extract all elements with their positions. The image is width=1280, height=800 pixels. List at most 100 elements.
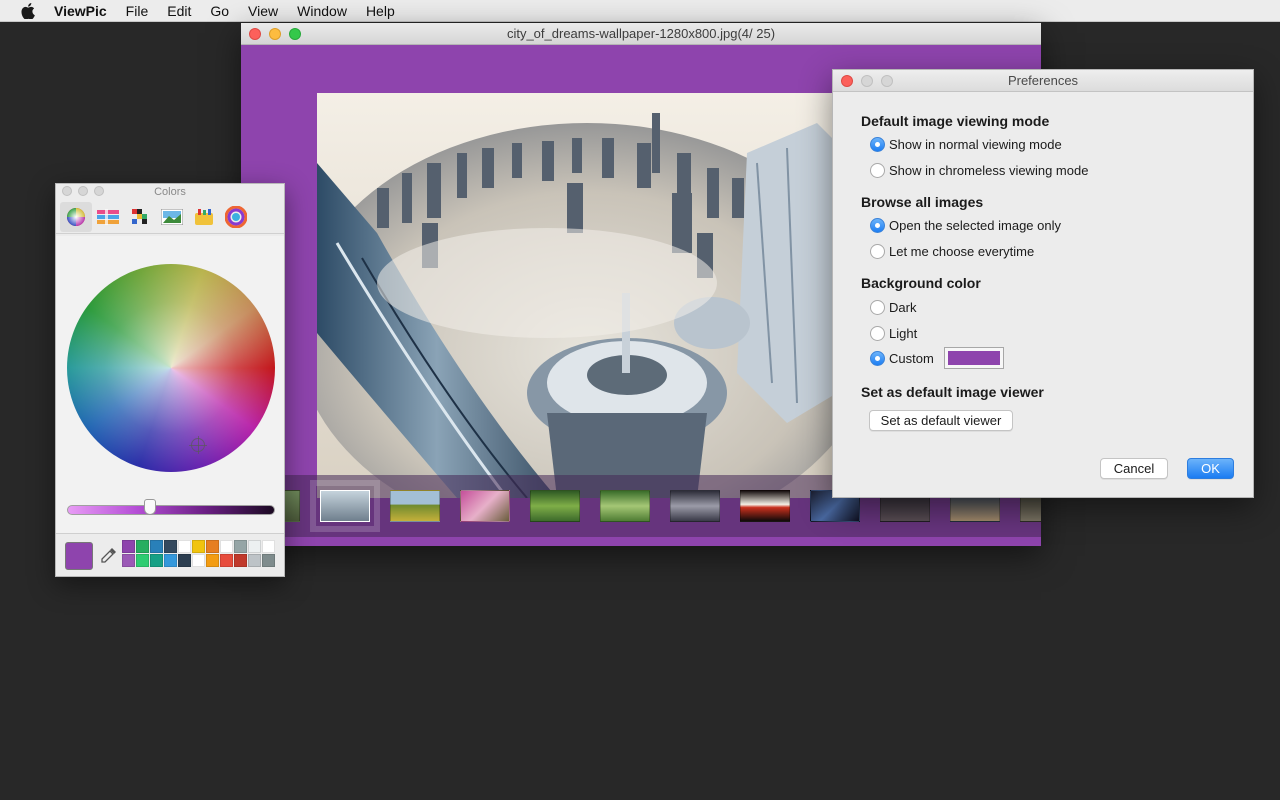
color-swatch[interactable]: [220, 540, 233, 553]
radio-button[interactable]: [870, 350, 885, 366]
brightness-slider-knob[interactable]: [144, 499, 157, 515]
custom-color-well[interactable]: [943, 347, 1004, 369]
radio-background-dark[interactable]: Dark: [870, 300, 916, 315]
radio-background-custom[interactable]: Custom: [870, 347, 1004, 369]
colors-tabs: [56, 200, 284, 234]
custom-color-fill: [947, 351, 1000, 365]
preferences-titlebar[interactable]: Preferences: [833, 70, 1253, 92]
colors-panel: Colors: [55, 183, 285, 577]
thumb-8[interactable]: [740, 490, 790, 522]
colors-minimize-button[interactable]: [78, 186, 88, 196]
set-default-viewer-button[interactable]: Set as default viewer: [869, 410, 1013, 431]
color-swatch[interactable]: [234, 554, 247, 567]
thumb-5[interactable]: [530, 490, 580, 522]
preferences-minimize-button: [861, 75, 873, 87]
colors-window-controls: [62, 186, 104, 196]
radio-label: Let me choose everytime: [889, 244, 1035, 259]
browse-heading: Browse all images: [861, 194, 984, 210]
menu-view[interactable]: View: [248, 3, 278, 19]
menu-help[interactable]: Help: [366, 3, 395, 19]
viewer-titlebar[interactable]: city_of_dreams-wallpaper-1280x800.jpg(4/…: [241, 23, 1041, 45]
color-swatch[interactable]: [136, 554, 149, 567]
crayons-icon[interactable]: [188, 202, 220, 232]
color-swatch[interactable]: [178, 554, 191, 567]
radio-label: Custom: [889, 350, 934, 366]
color-palettes-icon[interactable]: [124, 202, 156, 232]
color-swatch[interactable]: [248, 554, 261, 567]
color-swatch[interactable]: [122, 540, 135, 553]
radio-open-selected-only[interactable]: Open the selected image only: [870, 218, 1061, 233]
radio-choose-everytime[interactable]: Let me choose everytime: [870, 244, 1034, 259]
radio-button[interactable]: [870, 326, 885, 341]
minimize-window-button[interactable]: [269, 28, 281, 40]
thumb-7[interactable]: [670, 490, 720, 522]
zoom-window-button[interactable]: [289, 28, 301, 40]
preferences-close-button[interactable]: [841, 75, 853, 87]
preferences-window-controls: [841, 75, 893, 87]
thumb-3[interactable]: [390, 490, 440, 522]
color-swatch[interactable]: [136, 540, 149, 553]
radio-label: Show in normal viewing mode: [889, 137, 1062, 152]
color-wheel-cursor[interactable]: [189, 436, 207, 454]
color-wheel-icon[interactable]: [60, 201, 92, 232]
ok-button[interactable]: OK: [1187, 458, 1234, 479]
spectrum-icon[interactable]: [220, 202, 252, 232]
radio-chromeless-viewing-mode[interactable]: Show in chromeless viewing mode: [870, 163, 1088, 178]
colors-footer: [56, 533, 284, 576]
menu-window[interactable]: Window: [297, 3, 347, 19]
radio-label: Show in chromeless viewing mode: [889, 163, 1089, 178]
close-window-button[interactable]: [249, 28, 261, 40]
thumb-6[interactable]: [600, 490, 650, 522]
apple-logo-icon[interactable]: [20, 2, 36, 19]
color-wheel-area: [56, 236, 284, 533]
thumb-2[interactable]: [310, 480, 380, 532]
radio-button[interactable]: [870, 300, 885, 315]
menu-app-name[interactable]: ViewPic: [54, 3, 107, 19]
menu-edit[interactable]: Edit: [167, 3, 191, 19]
radio-button[interactable]: [870, 218, 885, 233]
viewer-title: city_of_dreams-wallpaper-1280x800.jpg(4/…: [506, 26, 776, 41]
image-palettes-icon[interactable]: [156, 202, 188, 232]
background-color-heading: Background color: [861, 275, 981, 291]
color-swatch[interactable]: [164, 540, 177, 553]
eyedropper-icon[interactable]: [100, 546, 118, 564]
menu-go[interactable]: Go: [210, 3, 229, 19]
color-swatch[interactable]: [150, 554, 163, 567]
window-controls: [249, 28, 301, 40]
color-swatch[interactable]: [178, 540, 191, 553]
colors-titlebar[interactable]: Colors: [56, 184, 284, 200]
radio-normal-viewing-mode[interactable]: Show in normal viewing mode: [870, 137, 1062, 152]
radio-background-light[interactable]: Light: [870, 326, 917, 341]
color-wheel[interactable]: [67, 264, 275, 472]
brightness-slider[interactable]: [67, 505, 275, 515]
current-color-well[interactable]: [65, 542, 93, 570]
menu-bar: ViewPic File Edit Go View Window Help: [0, 0, 1280, 22]
color-swatch[interactable]: [192, 540, 205, 553]
color-sliders-icon[interactable]: [92, 202, 124, 232]
radio-button[interactable]: [870, 244, 885, 259]
color-swatch[interactable]: [206, 540, 219, 553]
color-swatch-grid: [122, 540, 275, 567]
color-swatch[interactable]: [248, 540, 261, 553]
color-swatch[interactable]: [164, 554, 177, 567]
cancel-button[interactable]: Cancel: [1100, 458, 1168, 479]
viewer-bottom-bar: [241, 537, 1041, 546]
colors-close-button[interactable]: [62, 186, 72, 196]
color-swatch[interactable]: [122, 554, 135, 567]
color-swatch[interactable]: [262, 540, 275, 553]
colors-zoom-button[interactable]: [94, 186, 104, 196]
radio-label: Light: [889, 326, 918, 341]
main-photo[interactable]: [317, 93, 837, 498]
radio-button[interactable]: [870, 163, 885, 178]
color-swatch[interactable]: [234, 540, 247, 553]
color-swatch[interactable]: [220, 554, 233, 567]
preferences-dialog: Preferences Default image viewing mode S…: [832, 69, 1254, 498]
color-swatch[interactable]: [262, 554, 275, 567]
color-swatch[interactable]: [192, 554, 205, 567]
radio-button[interactable]: [870, 137, 885, 152]
color-swatch[interactable]: [206, 554, 219, 567]
thumb-4[interactable]: [460, 490, 510, 522]
color-swatch[interactable]: [150, 540, 163, 553]
menu-file[interactable]: File: [126, 3, 149, 19]
preferences-title: Preferences: [1007, 73, 1079, 88]
